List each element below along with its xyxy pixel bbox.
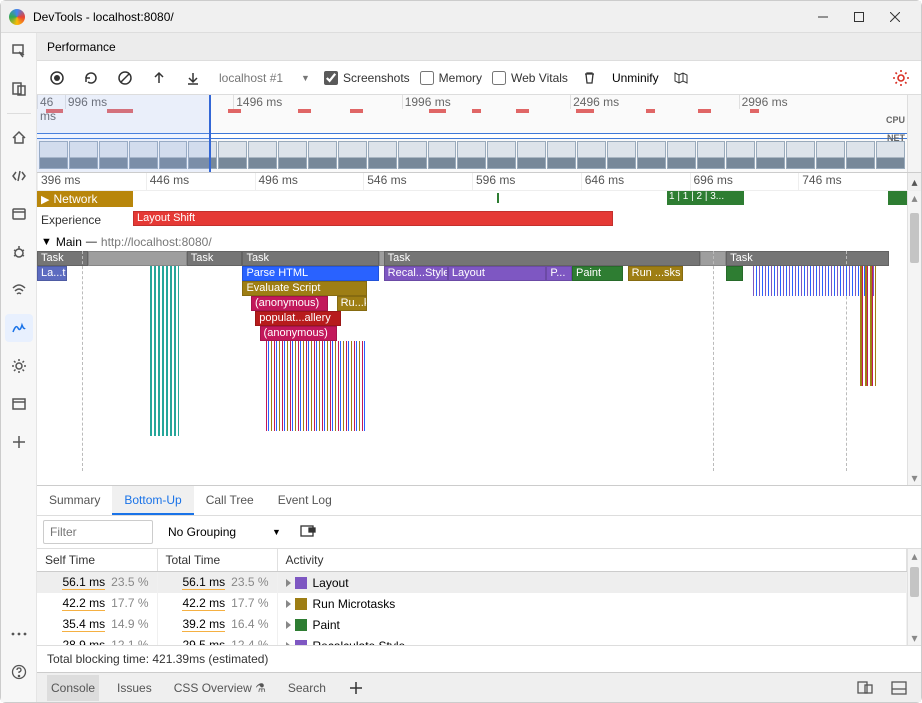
upload-button[interactable] bbox=[147, 66, 171, 90]
maximize-button[interactable] bbox=[841, 3, 877, 31]
profile-selector[interactable]: localhost #1▼ bbox=[215, 71, 314, 85]
cpu-label: CPU bbox=[886, 115, 905, 125]
tab-bottom-up[interactable]: Bottom-Up bbox=[112, 486, 193, 515]
expand-drawer-icon[interactable] bbox=[887, 676, 911, 700]
performance-toolbar: localhost #1▼ Screenshots Memory Web Vit… bbox=[37, 61, 921, 95]
dock-icon[interactable] bbox=[853, 676, 877, 700]
flask-icon: ⚗ bbox=[255, 681, 266, 695]
scroll-up-icon[interactable]: ▴ bbox=[907, 173, 921, 190]
unminify-button[interactable]: Unminify bbox=[612, 71, 659, 85]
inspect-icon[interactable] bbox=[5, 37, 33, 65]
clear-button[interactable] bbox=[113, 66, 137, 90]
net-label: NET bbox=[887, 133, 905, 143]
experience-lane[interactable]: Experience Layout Shift bbox=[37, 211, 907, 229]
network-icon[interactable] bbox=[5, 276, 33, 304]
tab-event-log[interactable]: Event Log bbox=[266, 486, 344, 515]
status-footer: Total blocking time: 421.39ms (estimated… bbox=[37, 645, 921, 672]
table-row[interactable]: 28.9 ms12.1 %29.5 ms12.4 %Recalculate St… bbox=[37, 635, 907, 645]
flame-chart[interactable]: ▶ Network 1 | 1 | 2 | 3... Experience La… bbox=[37, 191, 921, 485]
overview-scrollbar[interactable] bbox=[907, 95, 921, 172]
table-row[interactable]: 56.1 ms23.5 %56.1 ms23.5 %Layout bbox=[37, 572, 907, 594]
trash-button[interactable] bbox=[578, 66, 602, 90]
bottom-up-table[interactable]: Self Time Total Time Activity 56.1 ms23.… bbox=[37, 549, 907, 645]
tab-summary[interactable]: Summary bbox=[37, 486, 112, 515]
panel-header: Performance bbox=[37, 33, 921, 61]
window-titlebar: DevTools - localhost:8080/ bbox=[1, 1, 921, 33]
table-scrollbar[interactable]: ▴▾ bbox=[907, 549, 921, 645]
settings-cog-icon[interactable] bbox=[5, 352, 33, 380]
close-button[interactable] bbox=[877, 3, 913, 31]
screenshots-checkbox[interactable]: Screenshots bbox=[324, 71, 410, 85]
flame-ruler: 396 ms 446 ms 496 ms 546 ms 596 ms 646 m… bbox=[37, 173, 921, 191]
device-icon[interactable] bbox=[5, 75, 33, 103]
bug-icon[interactable] bbox=[5, 238, 33, 266]
home-icon[interactable] bbox=[5, 124, 33, 152]
overview-selection[interactable] bbox=[37, 95, 211, 172]
add-panel-icon[interactable] bbox=[5, 428, 33, 456]
record-button[interactable] bbox=[45, 66, 69, 90]
webvitals-checkbox[interactable]: Web Vitals bbox=[492, 71, 568, 85]
drawer-issues[interactable]: Issues bbox=[113, 675, 156, 701]
elements-icon[interactable] bbox=[5, 162, 33, 190]
flame-scrollbar[interactable]: ▴ ▾ bbox=[907, 191, 921, 485]
details-pane: Summary Bottom-Up Call Tree Event Log No… bbox=[37, 485, 921, 672]
application-icon[interactable] bbox=[5, 390, 33, 418]
tab-call-tree[interactable]: Call Tree bbox=[194, 486, 266, 515]
memory-checkbox[interactable]: Memory bbox=[420, 71, 482, 85]
left-tool-rail bbox=[1, 33, 37, 702]
window-title: DevTools - localhost:8080/ bbox=[33, 10, 805, 24]
grouping-select[interactable]: No Grouping▼ bbox=[161, 520, 288, 544]
drawer-console[interactable]: Console bbox=[47, 675, 99, 701]
table-row[interactable]: 42.2 ms17.7 %42.2 ms17.7 %Run Microtasks bbox=[37, 593, 907, 614]
sources-icon[interactable] bbox=[5, 200, 33, 228]
network-lane[interactable]: ▶ Network 1 | 1 | 2 | 3... bbox=[37, 191, 907, 207]
drawer-add-icon[interactable] bbox=[344, 676, 368, 700]
panel-settings-icon[interactable] bbox=[889, 66, 913, 90]
performance-icon[interactable] bbox=[5, 314, 33, 342]
download-button[interactable] bbox=[181, 66, 205, 90]
map-icon[interactable] bbox=[669, 66, 693, 90]
main-lane-header[interactable]: ▼ Main — http://localhost:8080/ bbox=[37, 233, 907, 251]
drawer-css-overview[interactable]: CSS Overview ⚗ bbox=[170, 675, 270, 701]
more-icon[interactable] bbox=[5, 620, 33, 648]
table-row[interactable]: 35.4 ms14.9 %39.2 ms16.4 %Paint bbox=[37, 614, 907, 635]
filter-input[interactable] bbox=[43, 520, 153, 544]
heavy-stack-icon[interactable] bbox=[296, 520, 320, 544]
panel-title: Performance bbox=[47, 40, 116, 54]
minimize-button[interactable] bbox=[805, 3, 841, 31]
drawer-search[interactable]: Search bbox=[284, 675, 330, 701]
overview-strip[interactable]: 46 ms 996 ms 1496 ms 1996 ms 2496 ms 299… bbox=[37, 95, 921, 173]
app-icon bbox=[9, 9, 25, 25]
help-icon[interactable] bbox=[5, 658, 33, 686]
drawer-tabs: Console Issues CSS Overview ⚗ Search bbox=[37, 672, 921, 702]
reload-record-button[interactable] bbox=[79, 66, 103, 90]
